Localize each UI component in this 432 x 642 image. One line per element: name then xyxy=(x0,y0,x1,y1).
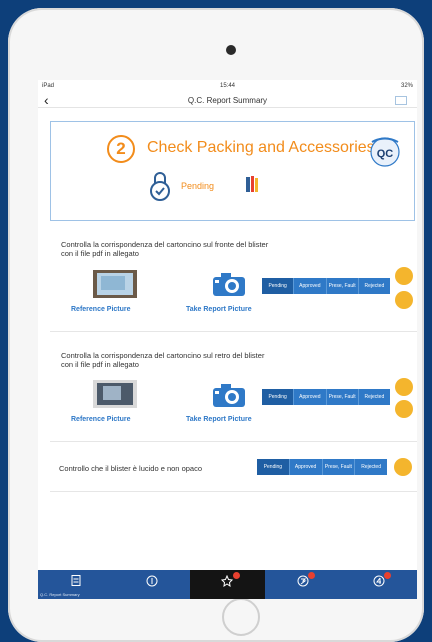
camera-icon[interactable] xyxy=(212,271,246,297)
app-screen: iPad 15:44 32% ‹ Q.C. Report Summary 2 C… xyxy=(38,80,417,599)
document-icon xyxy=(71,575,81,586)
reference-picture-link-1[interactable]: Reference Picture xyxy=(71,306,131,313)
notification-badge xyxy=(232,572,240,579)
reference-picture-link-2[interactable]: Reference Picture xyxy=(71,416,131,423)
tab-step-3[interactable] xyxy=(265,570,341,599)
tab-step-4[interactable] xyxy=(341,570,417,599)
item-3-description: Controllo che il blister è lucido e non … xyxy=(59,464,203,473)
tablet-frame: iPad 15:44 32% ‹ Q.C. Report Summary 2 C… xyxy=(8,8,424,642)
status-selector-2: Pending Approved Prese, Fault Rejected xyxy=(262,389,390,405)
header-status: Pending xyxy=(181,181,215,191)
item-2-description: Controlla la corrispondenza del cartonci… xyxy=(61,351,264,369)
edit-icon[interactable] xyxy=(394,458,412,476)
status-rejected[interactable]: Rejected xyxy=(359,389,390,405)
divider xyxy=(50,441,417,442)
navigation-bar: ‹ Q.C. Report Summary xyxy=(38,92,417,108)
edit-icon[interactable] xyxy=(395,267,413,285)
status-rejected[interactable]: Rejected xyxy=(355,459,387,475)
step-title: Check Packing and Accessories xyxy=(147,139,375,156)
front-camera xyxy=(226,45,236,55)
divider xyxy=(50,331,417,332)
edit-icon[interactable] xyxy=(395,378,413,396)
bottom-tab-bar: Q.C. Report Summary xyxy=(38,570,417,599)
take-report-picture-link-2[interactable]: Take Report Picture xyxy=(186,416,252,423)
item-1-line1: Controlla la corrispondenza del cartonci… xyxy=(61,240,269,249)
qc-logo-icon: QC xyxy=(370,137,400,167)
status-prese-fault[interactable]: Prese, Fault xyxy=(327,389,359,405)
status-prese-fault[interactable]: Prese, Fault xyxy=(323,459,356,475)
tab-caption: Q.C. Report Summary xyxy=(40,592,80,597)
item-1-description: Controlla la corrispondenza del cartonci… xyxy=(61,240,268,258)
status-prese-fault[interactable]: Prese, Fault xyxy=(327,278,359,294)
status-pending[interactable]: Pending xyxy=(262,278,295,294)
item-2-line2: con il file pdf in allegato xyxy=(61,360,139,369)
page-title: Q.C. Report Summary xyxy=(187,96,268,105)
item-2-line1: Controlla la corrispondenza del cartonci… xyxy=(61,351,265,360)
lock-icon xyxy=(150,172,170,201)
home-button[interactable] xyxy=(222,598,260,636)
books-icon xyxy=(246,176,258,192)
status-selector-3: Pending Approved Prese, Fault Rejected xyxy=(257,459,387,475)
status-bar: iPad 15:44 32% xyxy=(38,80,417,92)
status-approved[interactable]: Approved xyxy=(294,389,327,405)
reference-thumbnail-2[interactable] xyxy=(93,380,137,408)
svg-text:QC: QC xyxy=(377,148,394,160)
status-pending[interactable]: Pending xyxy=(262,389,295,405)
step-number-badge: 2 xyxy=(107,135,135,163)
status-approved[interactable]: Approved xyxy=(290,459,323,475)
tab-step-1[interactable] xyxy=(114,570,190,599)
mail-icon[interactable] xyxy=(395,96,407,105)
divider xyxy=(50,491,417,492)
reference-thumbnail-1[interactable] xyxy=(93,270,137,298)
clipboard-icon[interactable] xyxy=(395,291,413,309)
status-pending[interactable]: Pending xyxy=(257,459,290,475)
notification-badge xyxy=(384,572,392,579)
clock: 15:44 xyxy=(219,83,235,89)
clipboard-icon[interactable] xyxy=(395,400,413,418)
notification-badge xyxy=(308,572,316,579)
status-approved[interactable]: Approved xyxy=(294,278,327,294)
battery-label: 32% xyxy=(400,83,413,89)
tab-report-summary[interactable]: Q.C. Report Summary xyxy=(38,570,114,599)
take-report-picture-link-1[interactable]: Take Report Picture xyxy=(186,306,252,313)
step-2-icon xyxy=(221,575,234,587)
status-rejected[interactable]: Rejected xyxy=(359,278,390,294)
tab-step-2[interactable] xyxy=(189,570,266,599)
step-header-card: 2 Check Packing and Accessories QC Pendi… xyxy=(50,121,415,221)
item-1-line2: con il file pdf in allegato xyxy=(61,249,139,258)
status-selector-1: Pending Approved Prese, Fault Rejected xyxy=(262,278,390,294)
step-1-icon xyxy=(146,575,158,587)
camera-icon[interactable] xyxy=(212,382,246,408)
